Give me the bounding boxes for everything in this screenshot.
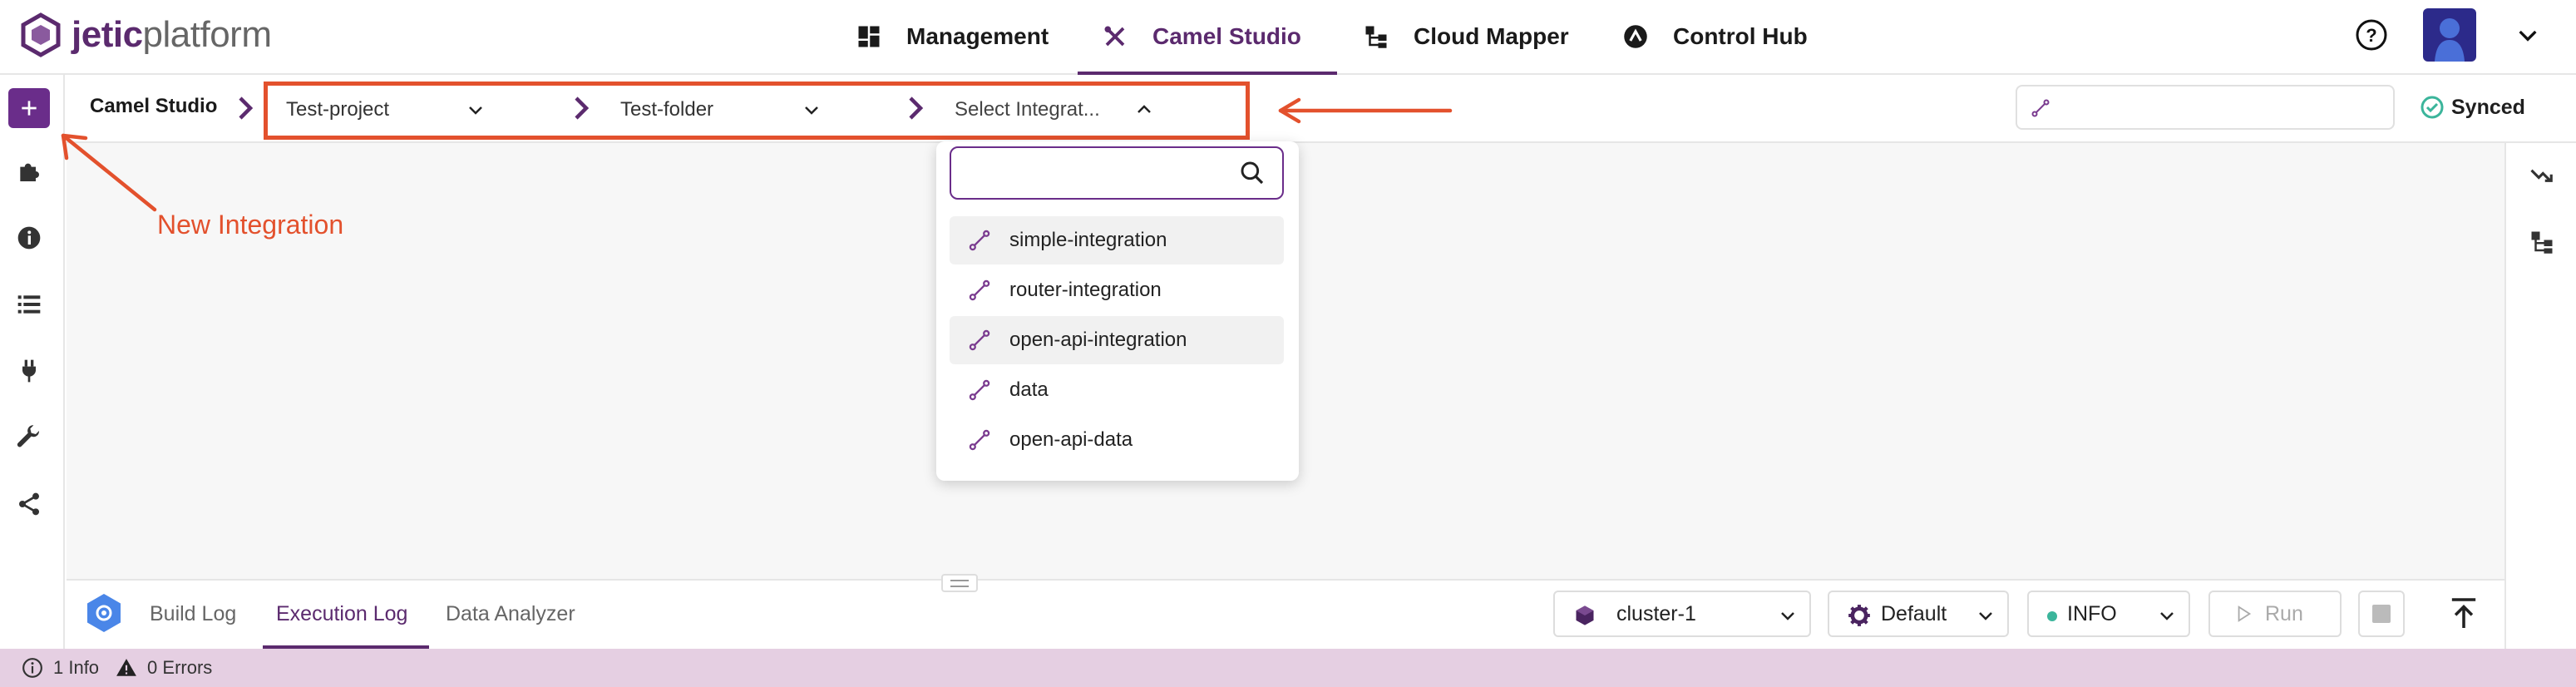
chevron-right-icon	[239, 96, 254, 120]
tools-icon	[1104, 26, 1125, 47]
puzzle-icon[interactable]	[16, 158, 42, 185]
integration-route-icon	[969, 329, 990, 351]
plug-icon[interactable]	[16, 358, 42, 384]
status-dot	[2047, 611, 2057, 621]
jetic-hexagon-icon	[21, 12, 61, 57]
play-icon	[2238, 605, 2252, 622]
avatar-figure-icon	[2435, 18, 2465, 62]
left-toolbar	[0, 75, 65, 649]
dashboard-icon	[858, 26, 880, 47]
nav-cloud-mapper-label: Cloud Mapper	[1414, 23, 1569, 49]
cluster-select[interactable]: cluster-1	[1553, 591, 1811, 637]
integration-dropdown-menu: simple-integration router-integration op…	[936, 141, 1299, 481]
plus-icon	[22, 101, 37, 116]
tab-execution-log[interactable]: Execution Log	[276, 602, 407, 626]
new-integration-button[interactable]	[8, 88, 50, 128]
list-icon[interactable]	[16, 291, 42, 318]
breadcrumb-highlight-box	[264, 82, 1250, 140]
dropdown-item-label: data	[1009, 378, 1049, 401]
integration-route-icon	[969, 279, 990, 301]
status-bar: 1 Info 0 Errors	[0, 649, 2576, 687]
integration-route-icon	[969, 379, 990, 401]
info-count[interactable]: 1 Info	[53, 657, 99, 679]
share-icon[interactable]	[16, 491, 42, 517]
dropdown-item-label: open-api-data	[1009, 428, 1133, 451]
right-toolbar	[2504, 143, 2576, 649]
integration-route-icon	[2031, 99, 2050, 117]
jetic-logo[interactable]: jeticplatform	[18, 10, 272, 60]
log-level-value: INFO	[2067, 601, 2117, 625]
integration-route-icon	[969, 230, 990, 251]
warning-icon	[116, 659, 136, 676]
nav-camel-studio[interactable]: Camel Studio	[1103, 0, 1301, 73]
new-integration-annotation: New Integration	[157, 210, 344, 240]
chevron-down-icon	[1979, 612, 1992, 620]
collapse-panel-icon[interactable]	[2450, 597, 2478, 630]
nav-control-hub-label: Control Hub	[1673, 23, 1808, 49]
nav-management-label: Management	[906, 23, 1049, 49]
dropdown-search-input[interactable]	[950, 146, 1284, 200]
dropdown-item[interactable]: router-integration	[950, 266, 1284, 314]
dropdown-item[interactable]: open-api-integration	[950, 316, 1284, 364]
hub-icon	[1624, 25, 1647, 48]
nav-camel-studio-label: Camel Studio	[1152, 23, 1301, 49]
user-avatar[interactable]	[2423, 8, 2476, 62]
stop-button[interactable]	[2358, 591, 2405, 637]
cloud-check-icon	[2421, 96, 2444, 119]
chevron-down-icon[interactable]	[2514, 22, 2541, 48]
sync-status: Synced	[2420, 95, 2525, 120]
profile-select[interactable]: Default	[1828, 591, 2009, 637]
cluster-select-value: cluster-1	[1616, 601, 1696, 625]
nav-control-hub[interactable]: Control Hub	[1623, 0, 1808, 73]
run-button[interactable]: Run	[2208, 591, 2342, 637]
gcp-hexagon-icon	[87, 594, 121, 632]
brand-bold-text: jetic	[72, 14, 143, 55]
svg-text:?: ?	[2366, 25, 2376, 46]
help-icon[interactable]: ?	[2355, 18, 2388, 52]
trend-line-icon[interactable]	[2529, 163, 2554, 188]
hierarchy-icon[interactable]	[2529, 230, 2554, 255]
stop-icon	[2372, 605, 2391, 623]
dropdown-item-label: router-integration	[1009, 279, 1162, 301]
error-count[interactable]: 0 Errors	[147, 657, 212, 679]
profile-select-value: Default	[1881, 601, 1947, 625]
breadcrumb-root[interactable]: Camel Studio	[90, 95, 217, 118]
dropdown-item[interactable]: data	[950, 366, 1284, 414]
integration-search-box[interactable]	[2016, 85, 2395, 130]
cube-icon	[1576, 605, 1594, 625]
log-level-select[interactable]: INFO	[2027, 591, 2190, 637]
info-outline-icon	[22, 658, 42, 678]
dropdown-item[interactable]: open-api-data	[950, 416, 1284, 464]
tab-build-log[interactable]: Build Log	[150, 602, 236, 626]
integration-route-icon	[969, 429, 990, 451]
wrench-icon[interactable]	[16, 424, 42, 451]
nav-cloud-mapper[interactable]: Cloud Mapper	[1364, 0, 1569, 73]
nav-management[interactable]: Management	[856, 0, 1049, 73]
gear-icon	[1848, 605, 1870, 626]
chevron-down-icon	[2160, 612, 2174, 620]
hierarchy-icon	[1365, 26, 1387, 48]
sync-status-label: Synced	[2451, 95, 2525, 119]
dropdown-item-label: open-api-integration	[1009, 329, 1187, 351]
resize-handle[interactable]	[941, 574, 978, 592]
top-navigation-bar: jeticplatform Management Camel Studio Cl…	[0, 0, 2576, 75]
dropdown-item[interactable]: simple-integration	[950, 216, 1284, 264]
tab-data-analyzer[interactable]: Data Analyzer	[446, 602, 575, 626]
brand-light-text: platform	[142, 14, 272, 55]
bottom-panel: Build Log Execution Log Data Analyzer cl…	[67, 574, 2504, 649]
run-button-label: Run	[2265, 601, 2303, 625]
info-icon[interactable]	[16, 225, 42, 251]
chevron-down-icon	[1781, 612, 1794, 620]
dropdown-item-label: simple-integration	[1009, 229, 1167, 251]
